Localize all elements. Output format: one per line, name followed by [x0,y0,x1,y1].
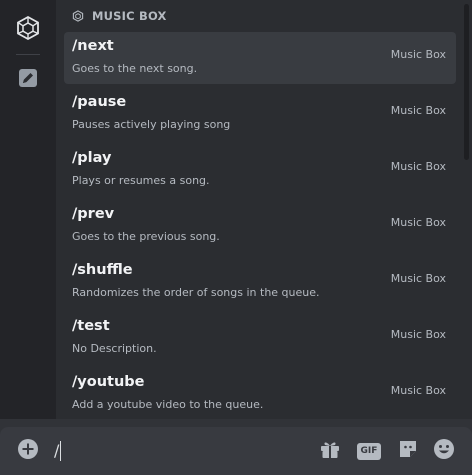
music-box-app-icon [15,15,41,45]
smiley-icon [433,438,455,464]
gift-button[interactable] [318,439,342,463]
sticker-icon [397,438,419,464]
command-item-shuffle[interactable]: /shuffle Randomizes the order of songs i… [64,256,456,308]
command-description: Randomizes the order of songs in the que… [72,286,320,299]
command-list: MUSIC BOX /next Goes to the next song. M… [56,0,464,419]
attach-button[interactable] [16,439,40,463]
command-app-rail [0,0,56,419]
command-name: /next [72,38,114,54]
text-caret [60,441,62,461]
rail-separator [16,54,40,55]
command-description: Add a youtube video to the queue. [72,398,264,411]
section-title: MUSIC BOX [92,9,167,23]
scrollbar[interactable] [464,0,470,419]
command-name: /play [72,150,112,166]
command-item-prev[interactable]: /prev Goes to the previous song. Music B… [64,200,456,252]
pencil-icon [18,68,38,92]
message-composer: / GIF [0,427,472,475]
plus-circle-icon [17,438,39,464]
command-name: /test [72,318,110,334]
command-item-test[interactable]: /test No Description. Music Box [64,312,456,364]
section-header: MUSIC BOX [72,7,167,25]
command-description: Goes to the previous song. [72,230,220,243]
command-name: /pause [72,94,127,110]
command-item-pause[interactable]: /pause Pauses actively playing song Musi… [64,88,456,140]
command-name: /shuffle [72,262,133,278]
command-name: /prev [72,206,115,222]
gif-button[interactable]: GIF [356,439,382,463]
message-input[interactable]: / [54,437,294,465]
command-item-next[interactable]: /next Goes to the next song. Music Box [64,32,456,84]
music-box-app-icon [72,7,84,26]
command-source: Music Box [390,48,446,61]
command-source: Music Box [390,160,446,173]
command-description: Plays or resumes a song. [72,174,210,187]
command-item-youtube[interactable]: /youtube Add a youtube video to the queu… [64,368,456,419]
sticker-button[interactable] [396,439,420,463]
gif-label: GIF [360,446,378,456]
command-description: No Description. [72,342,157,355]
command-source: Music Box [390,272,446,285]
rail-built-in-commands[interactable] [12,64,44,96]
command-description: Goes to the next song. [72,62,198,75]
command-source: Music Box [390,384,446,397]
gift-icon [319,438,341,464]
message-input-value: / [54,441,60,460]
command-autocomplete-popup: MUSIC BOX /next Goes to the next song. M… [0,0,472,419]
command-item-play[interactable]: /play Plays or resumes a song. Music Box [64,144,456,196]
gif-icon: GIF [357,442,381,460]
scrollbar-thumb[interactable] [464,4,469,160]
command-description: Pauses actively playing song [72,118,231,131]
emoji-button[interactable] [432,439,456,463]
command-source: Music Box [390,216,446,229]
command-source: Music Box [390,104,446,117]
command-source: Music Box [390,328,446,341]
rail-app-music-box[interactable] [12,14,44,46]
command-name: /youtube [72,374,145,390]
